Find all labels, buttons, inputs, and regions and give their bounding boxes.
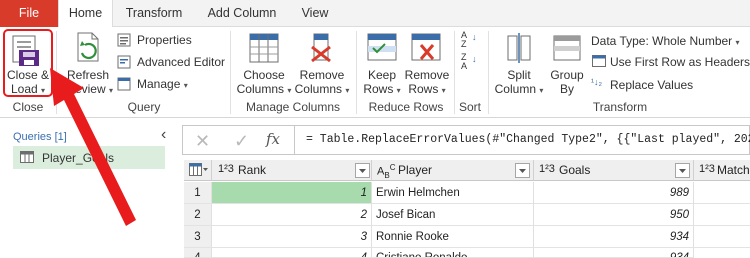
cancel-icon[interactable]: ✕ <box>195 131 210 152</box>
column-filter-rank[interactable] <box>355 163 370 178</box>
tab-home[interactable]: Home <box>58 0 113 28</box>
group-divider <box>488 31 489 114</box>
cell-rank[interactable]: 1 <box>212 182 372 204</box>
cell-match[interactable] <box>694 204 750 226</box>
tab-add-column[interactable]: Add Column <box>198 0 286 27</box>
column-header-player[interactable] <box>372 160 534 181</box>
table-icon <box>20 151 34 163</box>
split-column-button[interactable]: Column ▾ <box>494 82 544 98</box>
remove-rows-button[interactable]: Rows ▾ <box>404 82 450 98</box>
remove-rows-icon <box>411 33 441 63</box>
properties-button[interactable]: Properties <box>137 33 192 47</box>
column-type-icon[interactable]: 1²3 <box>539 163 555 175</box>
transform-group-label: Transform <box>592 100 648 114</box>
column-header-rank-label: Rank <box>238 163 267 177</box>
row-index[interactable]: 4 <box>184 248 212 258</box>
remove-columns-button[interactable]: Columns ▾ <box>294 82 350 98</box>
choose-columns-label-1[interactable]: Choose <box>236 68 292 82</box>
cell-goals[interactable]: 989 <box>534 182 694 204</box>
column-header-goals-label: Goals <box>559 163 591 177</box>
cell-match[interactable] <box>694 226 750 248</box>
properties-icon <box>117 33 131 47</box>
choose-columns-button[interactable]: Columns ▾ <box>236 82 292 98</box>
group-by-button[interactable]: By <box>546 82 588 96</box>
cell-goals[interactable]: 934 <box>534 226 694 248</box>
tab-view[interactable]: View <box>292 0 338 27</box>
column-type-icon[interactable]: ABC <box>377 163 395 180</box>
reduce-rows-group-label: Reduce Rows <box>368 100 444 114</box>
tab-file[interactable]: File <box>0 0 58 27</box>
use-first-row-icon <box>592 55 606 67</box>
annotation-arrow <box>50 68 136 226</box>
column-header-player-label: Player <box>398 163 433 177</box>
column-filter-goals[interactable] <box>675 163 690 178</box>
sort-ascending-icon[interactable]: A Z ↓ <box>461 31 479 51</box>
table-menu-icon[interactable] <box>189 163 209 177</box>
split-column-icon <box>504 33 534 63</box>
sort-descending-icon[interactable]: Z A ↓ <box>461 53 479 73</box>
group-divider <box>230 31 231 114</box>
formula-input[interactable]: = Table.ReplaceErrorValues(#"Changed Typ… <box>306 133 750 146</box>
cell-rank[interactable]: 2 <box>212 204 372 226</box>
cell-rank[interactable]: 4 <box>212 248 372 258</box>
column-header-rank[interactable] <box>212 160 372 181</box>
cell-goals[interactable]: 950 <box>534 204 694 226</box>
cell-match[interactable] <box>694 182 750 204</box>
use-first-row-button[interactable]: Use First Row as Headers ▾ <box>610 55 750 69</box>
remove-columns-icon <box>306 33 336 63</box>
confirm-icon[interactable]: ✓ <box>234 131 249 152</box>
cell-player[interactable]: Erwin Helmchen <box>372 182 534 204</box>
formula-divider <box>294 125 295 155</box>
choose-columns-icon <box>249 33 279 63</box>
split-column-label-1[interactable]: Split <box>494 68 544 82</box>
group-by-label-1[interactable]: Group <box>546 68 588 82</box>
function-icon[interactable]: fx <box>266 130 280 148</box>
cell-rank[interactable]: 3 <box>212 226 372 248</box>
keep-rows-icon <box>367 33 397 63</box>
remove-rows-label-1[interactable]: Remove <box>404 68 450 82</box>
remove-columns-label-1[interactable]: Remove <box>294 68 350 82</box>
tab-transform[interactable]: Transform <box>118 0 190 27</box>
data-type-dropdown[interactable]: Data Type: Whole Number ▾ <box>591 34 740 48</box>
row-index[interactable]: 3 <box>184 226 212 248</box>
replace-values-button[interactable]: Replace Values <box>610 78 693 92</box>
cell-player[interactable]: Ronnie Rooke <box>372 226 534 248</box>
row-index[interactable]: 2 <box>184 204 212 226</box>
keep-rows-label-1[interactable]: Keep <box>360 68 404 82</box>
sort-group-label: Sort <box>458 100 481 114</box>
column-type-icon[interactable]: 1²3 <box>218 163 234 175</box>
keep-rows-button[interactable]: Rows ▾ <box>360 82 404 98</box>
manage-columns-group-label: Manage Columns <box>245 100 341 114</box>
row-index[interactable]: 1 <box>184 182 212 204</box>
cell-player[interactable]: Josef Bican <box>372 204 534 226</box>
column-filter-player[interactable] <box>515 163 530 178</box>
collapse-queries-icon[interactable]: ‹ <box>161 126 166 144</box>
column-header-goals[interactable] <box>534 160 694 181</box>
column-header-match-label: Match <box>717 163 750 177</box>
group-by-icon <box>552 33 582 63</box>
group-divider <box>454 31 455 114</box>
group-divider <box>356 31 357 114</box>
cell-player[interactable]: Cristiano Ronaldo <box>372 248 534 258</box>
column-type-icon[interactable]: 1²3 <box>699 163 715 175</box>
replace-values-icon: ¹↓₂ <box>591 77 602 87</box>
cell-goals[interactable]: 934 <box>534 248 694 258</box>
